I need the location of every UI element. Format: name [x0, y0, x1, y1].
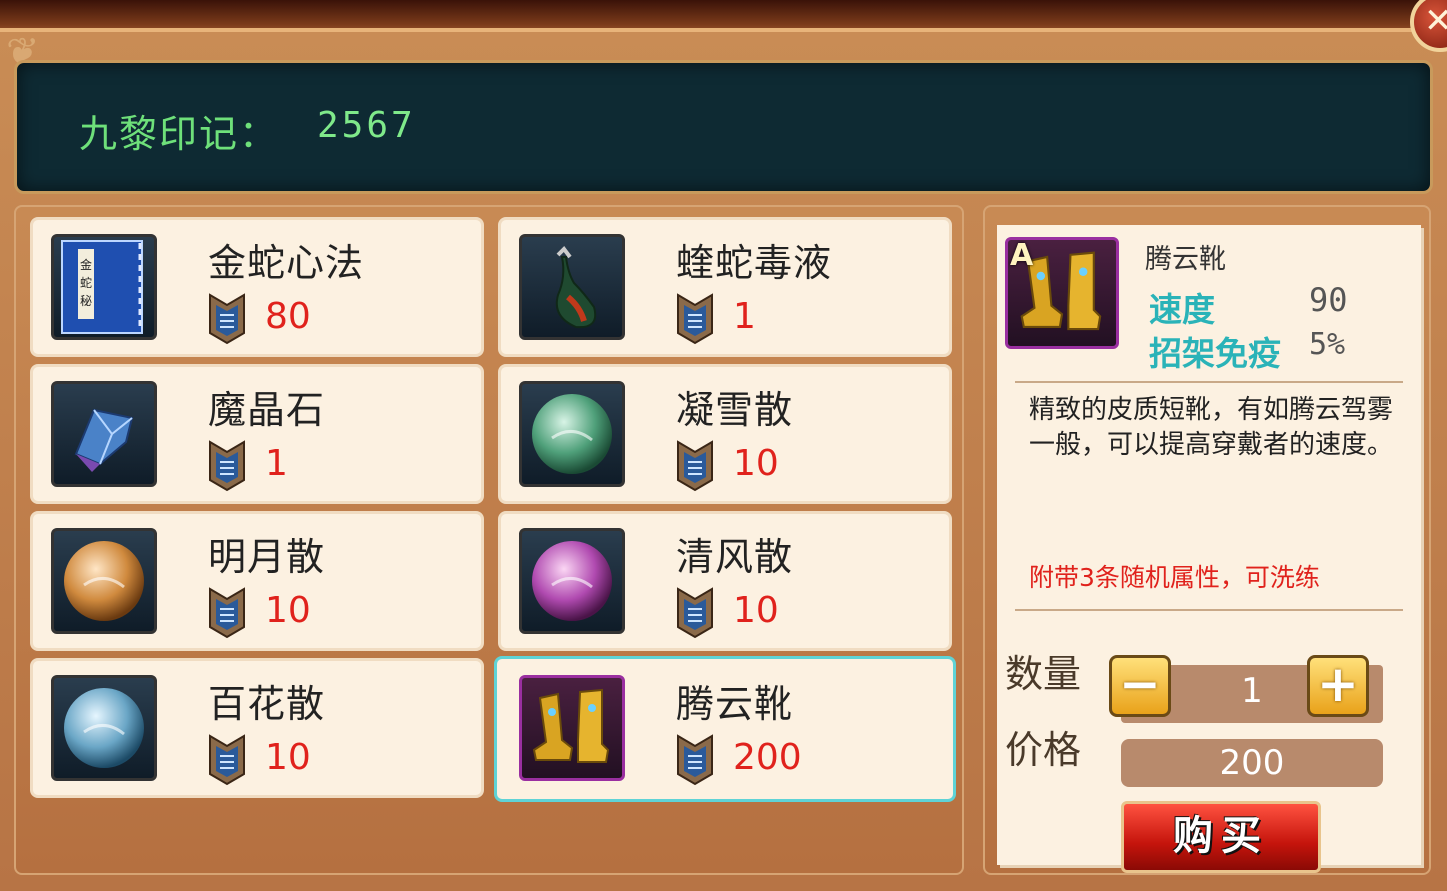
- stat-speed-label: 速度: [1149, 290, 1215, 329]
- item-name: 魔晶石: [208, 388, 326, 432]
- currency-token-icon: [676, 587, 714, 639]
- item-price: 200: [733, 737, 802, 778]
- item-card-0[interactable]: 金 蛇 秘 金蛇心法 80: [30, 217, 484, 357]
- buy-button[interactable]: 购买: [1121, 801, 1321, 873]
- currency-token-icon: [676, 440, 714, 492]
- item-detail-panel: A 腾云靴 速度 90 招架免疫 5% 精致的皮质短靴，有如腾云驾雾一般，可以提…: [983, 205, 1431, 875]
- decrease-button[interactable]: −: [1109, 655, 1171, 717]
- boots-icon: A: [1005, 237, 1119, 349]
- item-description: 精致的皮质短靴，有如腾云驾雾一般，可以提高穿戴者的速度。: [1029, 395, 1394, 460]
- currency-value: 2567: [317, 105, 416, 146]
- refine-note: 附带3条随机属性，可洗练: [1029, 563, 1320, 592]
- svg-text:蛇: 蛇: [80, 275, 92, 290]
- price-label: 价格: [1005, 728, 1082, 772]
- price-value: 200: [1219, 743, 1285, 783]
- item-card-4[interactable]: 明月散 10: [30, 511, 484, 651]
- item-card-1[interactable]: 蝰蛇毒液 1: [498, 217, 952, 357]
- currency-token-icon: [208, 293, 246, 345]
- item-card-6[interactable]: 百花散 10: [30, 658, 484, 798]
- blue-pearl-icon: [51, 675, 157, 781]
- grade-badge: A: [1010, 238, 1034, 273]
- item-name: 金蛇心法: [208, 241, 365, 285]
- svg-text:秘: 秘: [80, 294, 92, 308]
- item-list: 金 蛇 秘 金蛇心法 80 蝰蛇毒液 1 魔晶石 1 凝雪散 10 明月散 10…: [14, 205, 964, 875]
- green-pearl-icon: [519, 381, 625, 487]
- item-price: 80: [265, 296, 311, 337]
- stat-parry-value: 5%: [1309, 327, 1346, 362]
- item-price: 1: [265, 443, 288, 484]
- item-name: 百花散: [208, 682, 326, 726]
- divider: [1015, 609, 1403, 611]
- detail-paper: A 腾云靴 速度 90 招架免疫 5% 精致的皮质短靴，有如腾云驾雾一般，可以提…: [997, 225, 1421, 873]
- item-name: 凝雪散: [676, 388, 794, 432]
- item-price: 10: [265, 737, 311, 778]
- item-name: 腾云靴: [676, 682, 794, 726]
- currency-panel: 九黎印记： 2567: [14, 60, 1433, 194]
- detail-item-name: 腾云靴: [1145, 244, 1226, 275]
- currency-token-icon: [208, 587, 246, 639]
- currency-label: 九黎印记：: [79, 112, 280, 156]
- stat-speed-value: 90: [1309, 281, 1348, 319]
- item-price: 1: [733, 296, 756, 337]
- item-card-2[interactable]: 魔晶石 1: [30, 364, 484, 504]
- item-price: 10: [733, 590, 779, 631]
- price-field: 200: [1121, 739, 1383, 787]
- item-name: 蝰蛇毒液: [676, 241, 833, 285]
- svg-text:金: 金: [80, 257, 92, 272]
- orange-pearl-icon: [51, 528, 157, 634]
- book-icon: 金 蛇 秘: [51, 234, 157, 340]
- currency-token-icon: [676, 734, 714, 786]
- quantity-label: 数量: [1005, 652, 1082, 696]
- divider: [1015, 381, 1403, 383]
- item-price: 10: [733, 443, 779, 484]
- purple-pearl-icon: [519, 528, 625, 634]
- magic-crystal-icon: [51, 381, 157, 487]
- stat-parry-label: 招架免疫: [1149, 334, 1281, 373]
- item-card-3[interactable]: 凝雪散 10: [498, 364, 952, 504]
- item-price: 10: [265, 590, 311, 631]
- item-card-5[interactable]: 清风散 10: [498, 511, 952, 651]
- currency-token-icon: [208, 440, 246, 492]
- boots-icon: [519, 675, 625, 781]
- increase-button[interactable]: +: [1307, 655, 1369, 717]
- item-card-7[interactable]: 腾云靴 200: [494, 656, 956, 802]
- venom-gourd-icon: [519, 234, 625, 340]
- item-name: 明月散: [208, 535, 326, 579]
- item-name: 清风散: [676, 535, 794, 579]
- currency-token-icon: [676, 293, 714, 345]
- currency-token-icon: [208, 734, 246, 786]
